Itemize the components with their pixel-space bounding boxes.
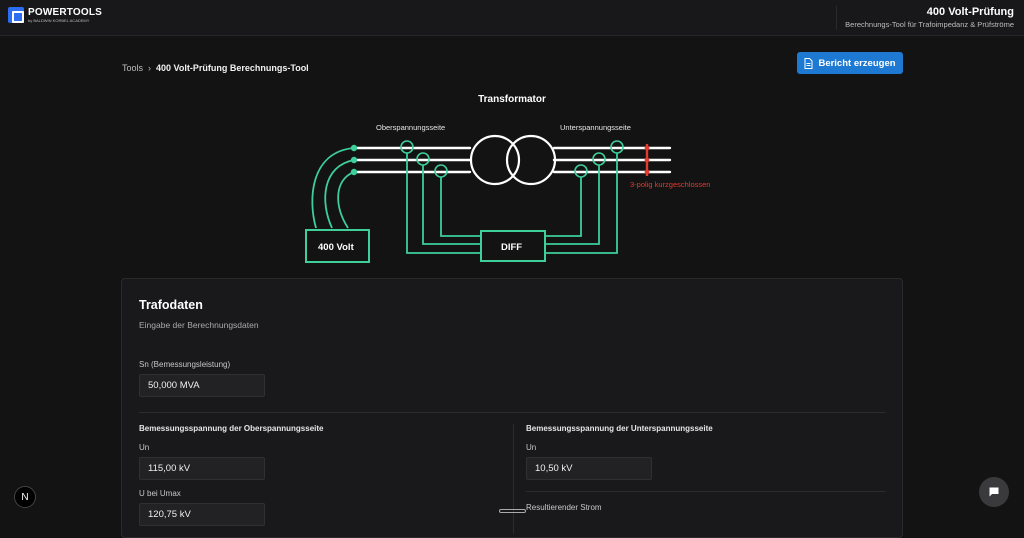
app-title: 400 Volt-Prüfung <box>926 6 1014 18</box>
generate-report-button[interactable]: Bericht erzeugen <box>797 52 903 74</box>
lv-un-label: Un <box>526 443 537 452</box>
divider <box>139 412 886 413</box>
source-wiring <box>311 144 358 229</box>
chat-icon <box>989 487 999 497</box>
hv-side-label: Oberspannungsseite <box>376 123 445 132</box>
trafo-data-card: Trafodaten Eingabe der Berechnungsdaten … <box>121 278 903 538</box>
chat-button[interactable] <box>979 477 1009 507</box>
hv-un-label: Un <box>139 443 150 452</box>
card-title: Trafodaten <box>139 298 203 312</box>
lv-un-input[interactable]: 10,50 kV <box>526 457 652 480</box>
next-js-badge[interactable]: N <box>14 486 36 508</box>
breadcrumb-separator: › <box>148 63 152 73</box>
diagram-title: Transformator <box>478 94 546 105</box>
app-header: 400 Volt-Prüfung Berechnungs-Tool für Tr… <box>836 6 1014 30</box>
brand-tagline: by BALDWIN KORBEL ACADEMY <box>28 17 90 23</box>
document-icon <box>804 57 813 69</box>
breadcrumb: Tools › 400 Volt-Prüfung Berechnungs-Too… <box>122 63 309 73</box>
diff-label: DIFF <box>501 242 522 253</box>
lv-side-label: Unterspannungsseite <box>560 123 631 132</box>
transformer-diagram: Oberspannungsseite Unterspannungsseite 3… <box>305 123 710 263</box>
lv-heading: Bemessungsspannung der Unterspannungssei… <box>526 424 713 433</box>
generate-report-label: Bericht erzeugen <box>818 57 896 69</box>
breadcrumb-current: 400 Volt-Prüfung Berechnungs-Tool <box>156 63 309 73</box>
hv-un-input[interactable]: 115,00 kV <box>139 457 265 480</box>
brand-name: POWERTOOLS <box>28 6 103 18</box>
app-subtitle: Berechnungs-Tool für Trafoimpedanz & Prü… <box>845 20 1014 29</box>
top-bar: POWERTOOLS by BALDWIN KORBEL ACADEMY 400… <box>0 0 1024 36</box>
scroll-indicator[interactable] <box>499 509 526 513</box>
hv-umax-label: U bei Umax <box>139 489 181 498</box>
column-divider <box>513 424 514 534</box>
short-circuit-marker <box>644 144 650 176</box>
lv-divider <box>526 491 886 492</box>
hv-heading: Bemessungsspannung der Oberspannungsseit… <box>139 424 324 433</box>
short-circuit-label: 3-polig kurzgeschlossen <box>630 180 710 189</box>
hv-winding <box>469 134 521 186</box>
card-subtitle: Eingabe der Berechnungsdaten <box>139 320 259 330</box>
breadcrumb-root[interactable]: Tools <box>122 63 143 73</box>
brand-logo[interactable]: POWERTOOLS by BALDWIN KORBEL ACADEMY <box>8 7 102 23</box>
logo-icon <box>8 7 24 23</box>
source-400v-label: 400 Volt <box>318 242 355 253</box>
sn-label: Sn (Bemessungsleistung) <box>139 360 231 369</box>
sn-input[interactable]: 50,000 MVA <box>139 374 265 397</box>
lv-winding <box>505 134 557 186</box>
lv-current-label: Resultierender Strom <box>526 503 602 512</box>
